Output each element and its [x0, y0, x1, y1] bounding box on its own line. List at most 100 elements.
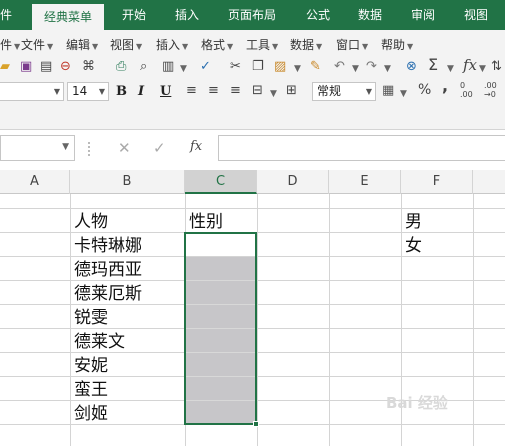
menu-label: 插入	[156, 38, 181, 52]
format-painter-icon[interactable]: ✎	[310, 60, 321, 74]
column-header-c[interactable]: C	[185, 170, 257, 194]
cell-c2[interactable]: 性别	[189, 210, 223, 234]
cell-b2[interactable]: 人物	[74, 210, 108, 234]
comma-style-button[interactable]: ,	[442, 78, 448, 94]
autosum-icon[interactable]: Σ	[428, 57, 438, 73]
column-header-d[interactable]: D	[257, 170, 329, 194]
chevron-down-icon[interactable]: ▼	[294, 62, 301, 76]
chevron-down-icon: ▼	[182, 42, 189, 51]
column-header-e[interactable]: E	[329, 170, 401, 194]
menu-tools[interactable]: 工具 ▼	[246, 36, 278, 53]
menu-data[interactable]: 数据 ▼	[290, 36, 322, 53]
menu-edit[interactable]: 编辑 ▼	[66, 36, 98, 53]
bold-button[interactable]: B	[116, 84, 127, 99]
open-folder-icon[interactable]: ▰	[0, 60, 10, 74]
tab-formulas[interactable]: 公式	[306, 0, 330, 30]
print-preview-icon[interactable]: ⌕	[140, 60, 147, 74]
cell-b9[interactable]: 蛮王	[74, 378, 108, 402]
cut-icon[interactable]: ✂	[230, 60, 241, 74]
splitter-handle[interactable]	[88, 142, 91, 156]
cancel-icon[interactable]: ✕	[118, 139, 131, 157]
research-icon[interactable]: ▥	[162, 60, 174, 74]
decrease-decimal-button[interactable]: .00 →0	[484, 81, 497, 99]
name-box[interactable]: ▼	[0, 135, 75, 161]
column-header-f[interactable]: F	[401, 170, 473, 194]
chevron-down-icon[interactable]: ▼	[384, 62, 391, 76]
copy-icon[interactable]: ❐	[252, 60, 264, 74]
menu-format[interactable]: 格式 ▼	[201, 36, 233, 53]
italic-button[interactable]: I	[138, 84, 144, 99]
font-size-select[interactable]: 14 ▼	[67, 82, 109, 101]
cell-b3[interactable]: 卡特琳娜	[74, 234, 142, 258]
menu-file-partial[interactable]: 件 ▼	[0, 36, 20, 53]
worksheet-grid[interactable]: A B C D E F 人物 性别 男 女 卡特琳娜 德玛西亚 德莱厄斯 锐雯 …	[0, 170, 505, 446]
number-format-select[interactable]: 常规 ▼	[312, 82, 376, 101]
tab-classic-menu[interactable]: 经典菜单	[32, 4, 104, 30]
column-header-g-partial[interactable]	[473, 170, 505, 194]
align-left-icon[interactable]: ≡	[186, 84, 197, 98]
cell-b5[interactable]: 德莱厄斯	[74, 282, 142, 306]
save-icon[interactable]: ▣	[20, 60, 32, 74]
sort-icon[interactable]: ⇅	[491, 60, 502, 74]
redo-icon[interactable]: ↷	[366, 60, 377, 74]
ribbon-tab-bar: 件 经典菜单 开始 插入 页面布局 公式 数据 审阅 视图	[0, 0, 505, 30]
cell-f2[interactable]: 男	[405, 210, 422, 234]
cell-b10[interactable]: 剑姬	[74, 402, 108, 426]
align-right-icon[interactable]: ≡	[230, 84, 241, 98]
fill-handle[interactable]	[253, 421, 259, 427]
column-header-a[interactable]: A	[0, 170, 70, 194]
tab-page-layout[interactable]: 页面布局	[228, 0, 276, 30]
hyperlink-icon[interactable]: ⊗	[406, 60, 417, 74]
cell-b8[interactable]: 安妮	[74, 354, 108, 378]
menu-help[interactable]: 帮助 ▼	[381, 36, 413, 53]
increase-decimal-button[interactable]: 0.00	[460, 81, 473, 99]
paste-icon[interactable]: ▨	[274, 60, 286, 74]
font-name-select[interactable]: ▼	[0, 82, 64, 101]
cell-b6[interactable]: 锐雯	[74, 306, 108, 330]
menu-file[interactable]: 文件 ▼	[21, 36, 53, 53]
menu-insert[interactable]: 插入 ▼	[156, 36, 188, 53]
undo-icon[interactable]: ↶	[334, 60, 345, 74]
chevron-down-icon: ▼	[407, 42, 414, 51]
insert-function-icon[interactable]: fx	[463, 58, 477, 73]
currency-icon[interactable]: ▦	[382, 84, 394, 98]
column-header-b[interactable]: B	[70, 170, 185, 194]
permission-icon[interactable]: ▤	[40, 60, 52, 74]
chevron-down-icon: ▼	[272, 42, 279, 51]
menu-view[interactable]: 视图 ▼	[110, 36, 142, 53]
tab-data[interactable]: 数据	[358, 0, 382, 30]
classic-menu-bar: 件 ▼ 文件 ▼ 编辑 ▼ 视图 ▼ 插入 ▼ 格式 ▼ 工具 ▼ 数据 ▼ 窗口 ▼ 帮助 ▼	[0, 30, 505, 58]
tab-view[interactable]: 视图	[464, 0, 488, 30]
tab-review[interactable]: 审阅	[411, 0, 435, 30]
block-icon[interactable]: ⊖	[60, 60, 71, 74]
chevron-down-icon: ▼	[316, 42, 323, 51]
cell-b7[interactable]: 德莱文	[74, 330, 125, 354]
tab-insert[interactable]: 插入	[175, 0, 199, 30]
chevron-down-icon: ▼	[47, 42, 54, 51]
merge-center-icon[interactable]: ⊟	[252, 84, 263, 98]
selection-border	[184, 232, 257, 425]
cell-f3[interactable]: 女	[405, 234, 422, 258]
formula-input[interactable]	[218, 135, 505, 161]
chevron-down-icon[interactable]: ▼	[400, 87, 407, 101]
chevron-down-icon[interactable]: ▼	[180, 62, 187, 76]
align-center-icon[interactable]: ≡	[208, 84, 219, 98]
chevron-down-icon: ▼	[98, 87, 105, 96]
menu-window[interactable]: 窗口 ▼	[336, 36, 368, 53]
tab-file-partial[interactable]: 件	[0, 0, 12, 30]
percent-button[interactable]: %	[418, 83, 431, 97]
chevron-down-icon[interactable]: ▼	[479, 62, 486, 76]
chevron-down-icon[interactable]: ▼	[270, 87, 277, 101]
tab-home[interactable]: 开始	[122, 0, 146, 30]
underline-button[interactable]: U	[160, 84, 171, 99]
chevron-down-icon[interactable]: ▼	[447, 62, 454, 76]
insert-function-button[interactable]: fx	[190, 139, 202, 154]
print-icon[interactable]: ⎙	[116, 60, 126, 74]
menu-label: 编辑	[66, 38, 91, 52]
chevron-down-icon[interactable]: ▼	[352, 62, 359, 76]
spelling-icon[interactable]: ✓	[200, 60, 211, 74]
cell-style-icon[interactable]: ⊞	[286, 84, 297, 98]
cell-b4[interactable]: 德玛西亚	[74, 258, 142, 282]
enter-check-icon[interactable]: ✓	[153, 139, 166, 157]
attach-icon[interactable]: ⌘	[82, 60, 95, 74]
